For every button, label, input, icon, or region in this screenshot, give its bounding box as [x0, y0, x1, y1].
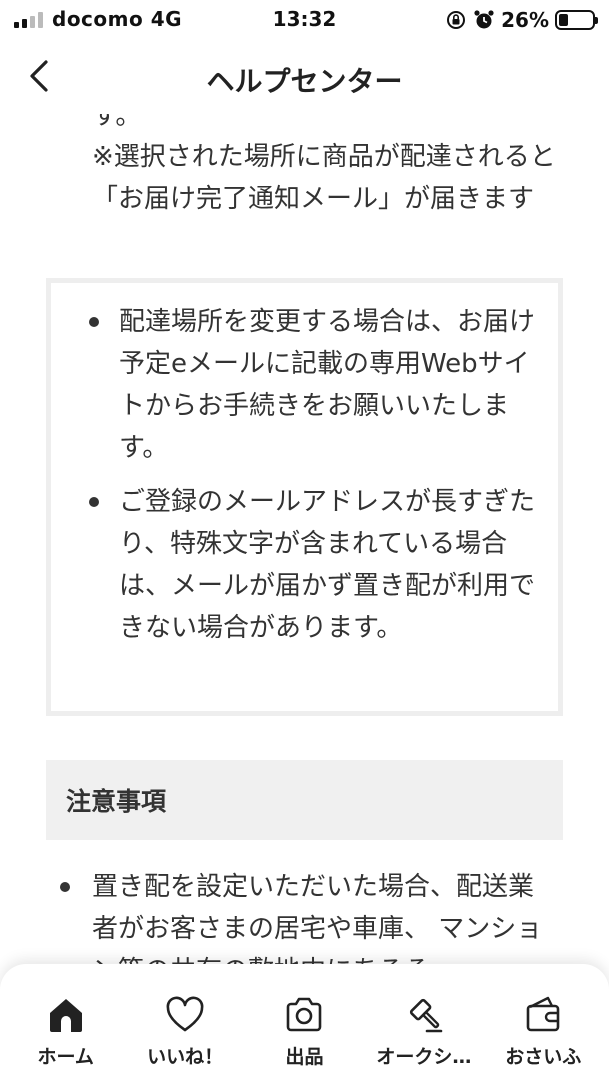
tab-label: おさいふ [505, 1046, 582, 1068]
section-title: 注意事項 [66, 787, 167, 816]
battery-icon [555, 10, 598, 30]
camera-icon [287, 997, 322, 1032]
home-icon [49, 999, 82, 1032]
list-item-text: ご登録のメールアドレスが長すぎたり、特殊文字が含まれている場合は、メールが届かず… [119, 487, 536, 643]
tab-label: 出品 [285, 1046, 324, 1068]
list-item-text: 配達場所を変更する場合は、お届け予定eメールに記載の専用Webサイトからお手続き… [119, 307, 536, 463]
tab-wallet[interactable]: おさいふ [485, 964, 601, 1080]
heart-icon [166, 996, 204, 1032]
status-right: 26% [445, 6, 598, 34]
section-header: 注意事項 [46, 760, 563, 840]
wallet-icon [526, 996, 560, 1032]
list-item: 配達場所を変更する場合は、お届け予定eメールに記載の専用Webサイトからお手続き… [51, 301, 538, 469]
page-title: ヘルプセンター [206, 65, 403, 98]
list-item: ご登録のメールアドレスが長すぎたり、特殊文字が含まれている場合は、メールが届かず… [51, 481, 538, 649]
tab-bar: ホーム いいね！ 出品 オークシ… おさいふ [0, 964, 609, 1080]
battery-percent: 26% [501, 8, 549, 32]
nav-header: ヘルプセンター [0, 42, 609, 114]
cut-off-text: す。 [92, 114, 142, 131]
tab-label: いいね！ [147, 1046, 224, 1068]
tab-label: オークシ… [376, 1046, 472, 1068]
delivery-note: ※選択された場所に商品が配達されると「お届け完了通知メール」が届きます [92, 142, 556, 214]
orientation-lock-icon [447, 11, 466, 29]
status-bar: docomo 4G 13:32 26% [0, 0, 609, 42]
help-article-content[interactable]: す。 ※選択された場所に商品が配達されると「お届け完了通知メール」が届きます 配… [0, 114, 609, 964]
gavel-icon [409, 998, 443, 1033]
info-list: 配達場所を変更する場合は、お届け予定eメールに記載の専用Webサイトからお手続き… [51, 283, 558, 649]
info-box: 配達場所を変更する場合は、お届け予定eメールに記載の専用Webサイトからお手続き… [46, 278, 563, 716]
tab-likes[interactable]: いいね！ [127, 964, 243, 1080]
alarm-icon [474, 10, 494, 29]
list-item: 置き配を設定いただいた場合、配送業者がお客さまの居宅や車庫、 マンション等の共有… [0, 866, 609, 964]
bullet-icon [89, 317, 99, 327]
tab-home[interactable]: ホーム [8, 964, 124, 1080]
tab-sell[interactable]: 出品 [246, 964, 362, 1080]
caution-list: 置き配を設定いただいた場合、配送業者がお客さまの居宅や車庫、 マンション等の共有… [0, 866, 609, 964]
bullet-icon [89, 497, 99, 507]
tab-label: ホーム [37, 1046, 94, 1068]
list-item-text: 置き配を設定いただいた場合、配送業者がお客さまの居宅や車庫、 マンション等の共有… [92, 872, 543, 964]
bullet-icon [60, 882, 70, 892]
tab-auction[interactable]: オークシ… [366, 964, 482, 1080]
